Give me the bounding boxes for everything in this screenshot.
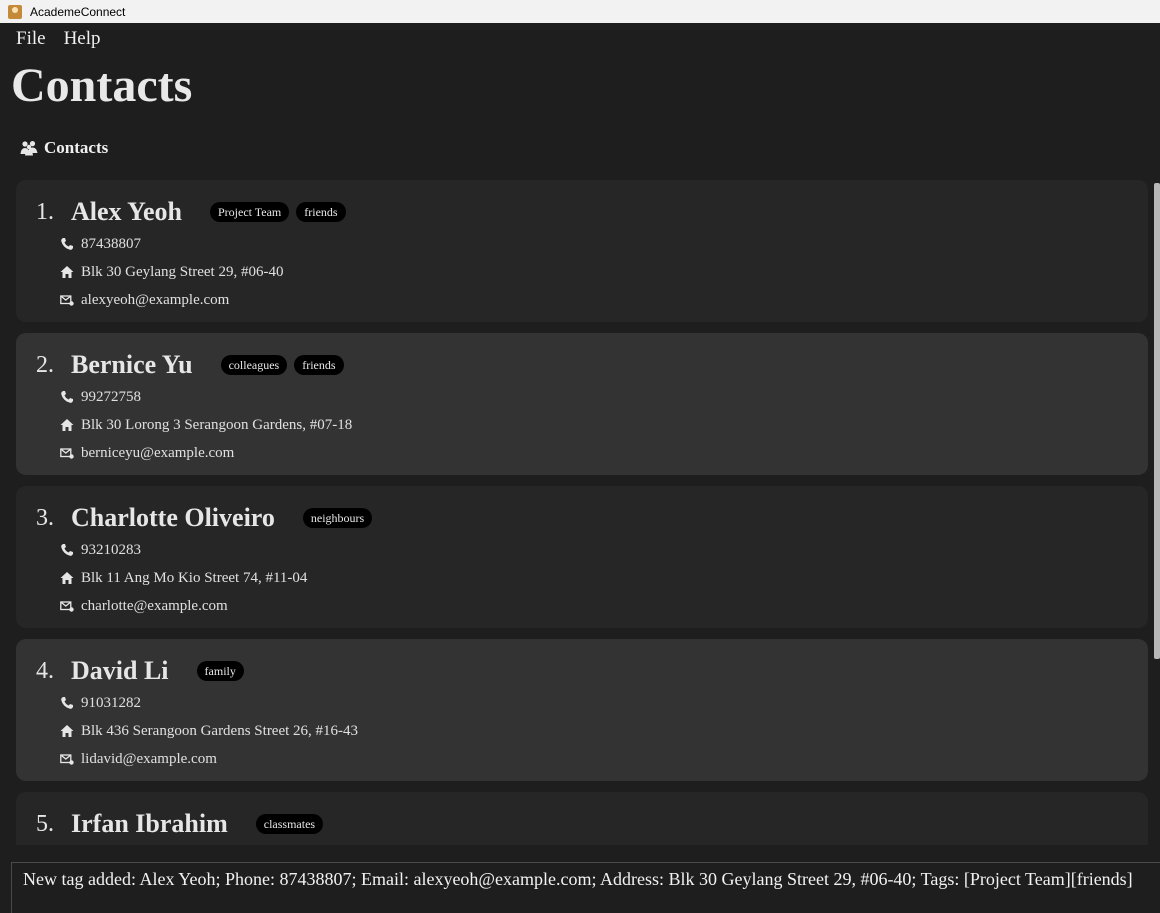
contact-card[interactable]: 3. Charlotte Oliveiro neighbours 9321028… xyxy=(16,486,1148,628)
tag: neighbours xyxy=(302,508,373,528)
tag-list: classmates xyxy=(255,814,324,834)
email-value: charlotte@example.com xyxy=(81,597,228,614)
contact-address: Blk 11 Ang Mo Kio Street 74, #11-04 xyxy=(36,564,1148,592)
window-titlebar: AcademeConnect xyxy=(0,0,1160,23)
tag: friends xyxy=(294,355,344,375)
page-title: Contacts xyxy=(11,59,193,112)
phone-icon xyxy=(61,391,73,403)
address-value: Blk 30 Lorong 3 Serangoon Gardens, #07-1… xyxy=(81,416,353,433)
tag: friends xyxy=(296,202,346,222)
email-value: alexyeoh@example.com xyxy=(81,291,230,308)
tag: classmates xyxy=(255,814,324,834)
contact-phone: 91031282 xyxy=(36,689,1148,717)
contact-card[interactable]: 5. Irfan Ibrahim classmates xyxy=(16,792,1148,845)
contact-email: alexyeoh@example.com xyxy=(36,286,1148,314)
phone-value: 87438807 xyxy=(81,235,141,252)
email-icon xyxy=(60,448,74,459)
contact-email: lidavid@example.com xyxy=(36,745,1148,773)
scrollbar[interactable] xyxy=(1154,183,1160,659)
tag-list: colleagues friends xyxy=(220,355,344,375)
contact-index: 3. xyxy=(36,504,54,531)
contact-name: Alex Yeoh xyxy=(71,197,182,226)
menu-help[interactable]: Help xyxy=(64,28,101,50)
section-header-label: Contacts xyxy=(44,138,109,157)
email-icon xyxy=(60,754,74,765)
phone-value: 93210283 xyxy=(81,541,141,558)
contact-name: Charlotte Oliveiro xyxy=(71,503,275,532)
phone-icon xyxy=(61,544,73,556)
contact-address: Blk 30 Lorong 3 Serangoon Gardens, #07-1… xyxy=(36,411,1148,439)
tag-list: neighbours xyxy=(302,508,373,528)
email-icon xyxy=(60,295,74,306)
email-value: berniceyu@example.com xyxy=(81,444,235,461)
home-icon xyxy=(60,266,74,278)
contact-address: Blk 436 Serangoon Gardens Street 26, #16… xyxy=(36,717,1148,745)
contact-index: 1. xyxy=(36,198,54,225)
contact-address: Blk 30 Geylang Street 29, #06-40 xyxy=(36,258,1148,286)
phone-icon xyxy=(61,697,73,709)
home-icon xyxy=(60,572,74,584)
contact-card[interactable]: 1. Alex Yeoh Project Team friends 874388… xyxy=(16,180,1148,322)
people-icon xyxy=(20,141,38,156)
tag: family xyxy=(196,661,244,681)
contact-index: 4. xyxy=(36,657,54,684)
contact-phone: 87438807 xyxy=(36,230,1148,258)
phone-value: 99272758 xyxy=(81,388,141,405)
contact-list[interactable]: 1. Alex Yeoh Project Team friends 874388… xyxy=(16,180,1148,845)
contact-card[interactable]: 2. Bernice Yu colleagues friends 9927275… xyxy=(16,333,1148,475)
tag: colleagues xyxy=(220,355,288,375)
home-icon xyxy=(60,419,74,431)
contact-name: Irfan Ibrahim xyxy=(71,809,228,838)
address-value: Blk 11 Ang Mo Kio Street 74, #11-04 xyxy=(81,569,308,586)
app-icon xyxy=(8,4,22,19)
tag-list: Project Team friends xyxy=(209,202,346,222)
contact-index: 2. xyxy=(36,351,54,378)
window-title: AcademeConnect xyxy=(30,4,126,19)
contact-name: Bernice Yu xyxy=(71,350,193,379)
address-value: Blk 436 Serangoon Gardens Street 26, #16… xyxy=(81,722,359,739)
contact-email: charlotte@example.com xyxy=(36,592,1148,620)
home-icon xyxy=(60,725,74,737)
contact-card[interactable]: 4. David Li family 91031282 Blk 436 Sera… xyxy=(16,639,1148,781)
menu-bar: File Help xyxy=(0,23,1160,55)
contact-index: 5. xyxy=(36,810,54,837)
address-value: Blk 30 Geylang Street 29, #06-40 xyxy=(81,263,284,280)
contact-name: David Li xyxy=(71,656,169,685)
tag-list: family xyxy=(196,661,244,681)
result-display: New tag added: Alex Yeoh; Phone: 8743880… xyxy=(11,862,1160,913)
email-icon xyxy=(60,601,74,612)
phone-icon xyxy=(61,238,73,250)
contact-phone: 99272758 xyxy=(36,383,1148,411)
email-value: lidavid@example.com xyxy=(81,750,217,767)
section-header: Contacts xyxy=(20,138,108,158)
contact-email: berniceyu@example.com xyxy=(36,439,1148,467)
phone-value: 91031282 xyxy=(81,694,141,711)
menu-file[interactable]: File xyxy=(16,28,46,50)
contact-phone: 93210283 xyxy=(36,536,1148,564)
tag: Project Team xyxy=(209,202,290,222)
